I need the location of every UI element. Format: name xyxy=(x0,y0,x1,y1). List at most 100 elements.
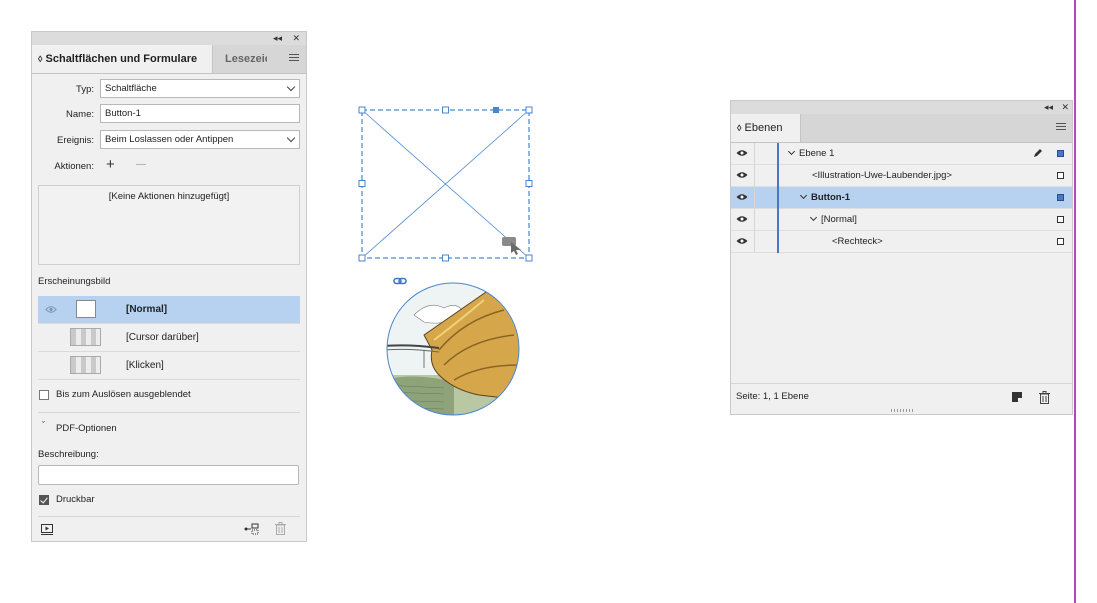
close-icon[interactable]: ✕ xyxy=(292,32,300,45)
divider xyxy=(38,516,300,517)
layer-row-illustration[interactable]: <Illustration-Uwe-Laubender.jpg> xyxy=(731,165,1072,187)
tab-label: Ebenen xyxy=(744,122,783,134)
panel-tab-bar: ◊ Schaltflächen und Formulare Lesezeiche… xyxy=(32,45,306,74)
illustration-image[interactable] xyxy=(384,280,522,418)
eye-icon[interactable] xyxy=(736,193,748,201)
layer-name[interactable]: <Illustration-Uwe-Laubender.jpg> xyxy=(812,170,952,181)
selection-square[interactable] xyxy=(1057,194,1064,201)
eye-icon[interactable] xyxy=(45,305,57,314)
eye-icon[interactable] xyxy=(736,149,748,157)
layer-color-bar xyxy=(777,143,779,165)
eye-icon[interactable] xyxy=(736,237,748,245)
appearance-row-hover[interactable]: [Cursor darüber] xyxy=(38,324,300,352)
layer-row-ebene-1[interactable]: Ebene 1 xyxy=(731,143,1072,165)
appearance-thumbnail xyxy=(76,300,96,318)
selection-square[interactable] xyxy=(1057,238,1064,245)
layer-name[interactable]: [Normal] xyxy=(821,214,857,225)
actions-list[interactable]: [Keine Aktionen hinzugefügt] xyxy=(38,185,300,265)
remove-action-button[interactable]: — xyxy=(136,159,146,170)
name-value: Button-1 xyxy=(105,108,141,119)
printable-checkbox[interactable] xyxy=(39,495,49,505)
layer-name[interactable]: Ebene 1 xyxy=(799,148,834,159)
appearance-label: [Klicken] xyxy=(126,360,164,371)
event-value: Beim Loslassen oder Antippen xyxy=(105,134,234,145)
preview-icon[interactable] xyxy=(41,524,53,535)
actions-label: Aktionen: xyxy=(54,161,94,172)
layer-color-bar xyxy=(777,209,779,231)
layers-panel: ◂◂ ✕ ◊ Ebenen Ebene 1 <Illustration-Uwe-… xyxy=(730,100,1073,415)
collapse-icon[interactable]: ◂◂ xyxy=(273,32,282,45)
panel-title-strip[interactable]: ◂◂ ✕ xyxy=(731,101,1072,114)
description-label: Beschreibung: xyxy=(38,449,99,460)
layers-footer: Seite: 1, 1 Ebene xyxy=(731,383,1072,414)
type-value: Schaltfläche xyxy=(105,83,157,94)
convert-to-object-icon[interactable] xyxy=(243,523,259,535)
tab-label: Lesezeichen xyxy=(225,53,267,65)
appearance-row-click[interactable]: [Klicken] xyxy=(38,352,300,380)
divider xyxy=(38,412,300,413)
selection-square[interactable] xyxy=(1057,172,1064,179)
chevron-down-icon[interactable] xyxy=(799,191,808,200)
appearance-heading: Erscheinungsbild xyxy=(38,276,111,287)
hidden-until-triggered-label: Bis zum Auslösen ausgeblendet xyxy=(56,389,191,400)
chevron-down-icon[interactable] xyxy=(787,147,796,156)
event-select[interactable]: Beim Loslassen oder Antippen xyxy=(100,130,300,149)
lock-column[interactable] xyxy=(754,165,755,187)
eye-icon[interactable] xyxy=(736,215,748,223)
lock-column[interactable] xyxy=(754,143,755,165)
close-icon[interactable]: ✕ xyxy=(1061,101,1069,114)
collapse-icon[interactable]: ◂◂ xyxy=(1044,101,1053,114)
panel-menu-icon[interactable] xyxy=(1056,123,1066,131)
layer-row-rechteck[interactable]: <Rechteck> xyxy=(731,231,1072,253)
resize-grip[interactable] xyxy=(891,409,913,412)
add-action-button[interactable]: + xyxy=(106,156,115,173)
eye-icon[interactable] xyxy=(736,171,748,179)
panel-title-strip[interactable]: ◂◂ ✕ xyxy=(32,32,306,45)
chevron-down-icon[interactable] xyxy=(809,213,818,222)
trash-icon[interactable] xyxy=(275,522,286,535)
pdf-options-toggle[interactable]: ˇ xyxy=(42,420,45,430)
type-select[interactable]: Schaltfläche xyxy=(100,79,300,98)
lock-column[interactable] xyxy=(754,231,755,253)
layers-status: Seite: 1, 1 Ebene xyxy=(736,391,809,402)
tab-layers[interactable]: ◊ Ebenen xyxy=(731,114,801,142)
trash-icon[interactable] xyxy=(1039,391,1050,404)
event-label: Ereignis: xyxy=(57,135,94,146)
button-rectangle-frame[interactable] xyxy=(356,104,536,264)
layer-name[interactable]: Button-1 xyxy=(811,192,850,203)
lock-column[interactable] xyxy=(754,187,755,209)
panel-menu-icon[interactable] xyxy=(289,54,299,62)
tab-bookmarks[interactable]: Lesezeichen xyxy=(219,45,267,73)
sort-arrows-icon: ◊ xyxy=(737,123,742,133)
buttons-forms-panel: ◂◂ ✕ ◊ Schaltflächen und Formulare Lesez… xyxy=(31,31,307,542)
layer-name[interactable]: <Rechteck> xyxy=(832,236,883,247)
selection-square[interactable] xyxy=(1057,216,1064,223)
name-input[interactable]: Button-1 xyxy=(100,104,300,123)
pencil-icon xyxy=(1034,149,1042,157)
new-layer-icon[interactable] xyxy=(1012,392,1022,402)
page-edge-line xyxy=(1074,0,1076,603)
appearance-thumbnail xyxy=(70,328,101,346)
pdf-options-label[interactable]: PDF-Optionen xyxy=(56,423,117,434)
layer-color-bar xyxy=(777,165,779,187)
lock-column[interactable] xyxy=(754,209,755,231)
selection-square[interactable] xyxy=(1057,150,1064,157)
chevron-down-icon xyxy=(286,82,296,92)
no-actions-text: [Keine Aktionen hinzugefügt] xyxy=(108,191,230,202)
sort-arrows-icon: ◊ xyxy=(38,54,43,64)
appearance-thumbnail xyxy=(70,356,101,374)
tab-buttons-forms[interactable]: ◊ Schaltflächen und Formulare xyxy=(32,45,213,73)
appearance-label: [Cursor darüber] xyxy=(126,332,199,343)
layer-row-button-1[interactable]: Button-1 xyxy=(731,187,1072,209)
name-label: Name: xyxy=(66,109,94,120)
hidden-until-triggered-checkbox[interactable] xyxy=(39,390,49,400)
layer-color-bar xyxy=(777,187,779,209)
appearance-row-normal[interactable]: [Normal] xyxy=(38,296,300,324)
tab-label: Schaltflächen und Formulare xyxy=(45,53,198,65)
description-input[interactable] xyxy=(38,465,299,485)
layer-row-normal[interactable]: [Normal] xyxy=(731,209,1072,231)
printable-label: Druckbar xyxy=(56,494,95,505)
layer-color-bar xyxy=(777,231,779,253)
appearance-label: [Normal] xyxy=(126,304,168,315)
button-badge-icon xyxy=(502,237,521,255)
